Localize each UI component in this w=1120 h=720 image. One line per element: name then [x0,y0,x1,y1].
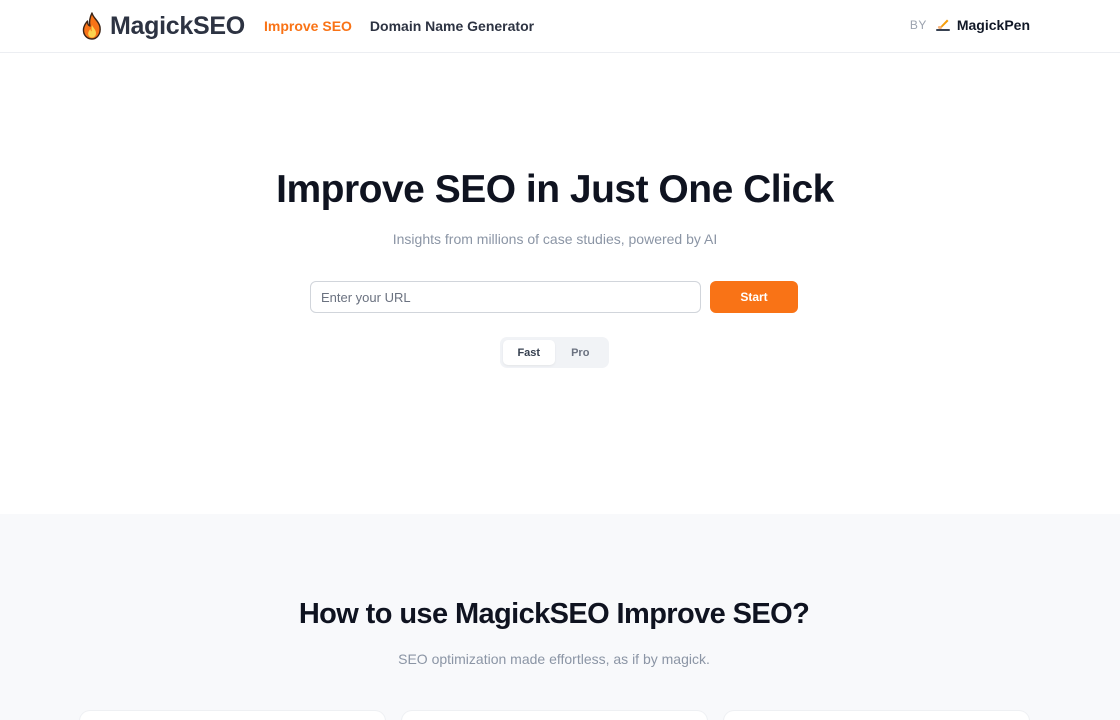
how-to-use-subtitle: SEO optimization made effortless, as if … [398,651,710,667]
magickpen-name: MagickPen [956,17,1030,33]
start-button[interactable]: Start [710,281,798,313]
step-card [402,711,707,720]
step-card [80,711,385,720]
mode-pro-option[interactable]: Pro [555,340,607,365]
how-to-use-section: How to use MagickSEO Improve SEO? SEO op… [0,514,1120,720]
flame-icon [82,12,101,40]
by-magickpen-link[interactable]: BY MagickPen [910,17,1030,33]
nav-domain-name-generator[interactable]: Domain Name Generator [370,17,534,35]
main-nav: Improve SEO Domain Name Generator [264,17,534,35]
nav-improve-seo[interactable]: Improve SEO [264,17,352,35]
writing-hand-icon [935,19,950,31]
page-title: Improve SEO in Just One Click [276,168,834,211]
how-to-use-title: How to use MagickSEO Improve SEO? [298,598,810,630]
brand-logo-link[interactable]: MagickSEO [80,12,245,40]
by-label: BY [909,18,927,32]
brand-name: MagickSEO [110,11,245,40]
url-input[interactable] [310,281,701,313]
mode-fast-option[interactable]: Fast [503,340,555,365]
hero-subtitle: Insights from millions of case studies, … [392,231,718,247]
mode-toggle: Fast Pro [500,337,609,368]
step-card [724,711,1029,720]
site-header: MagickSEO Improve SEO Domain Name Genera… [0,0,1120,53]
